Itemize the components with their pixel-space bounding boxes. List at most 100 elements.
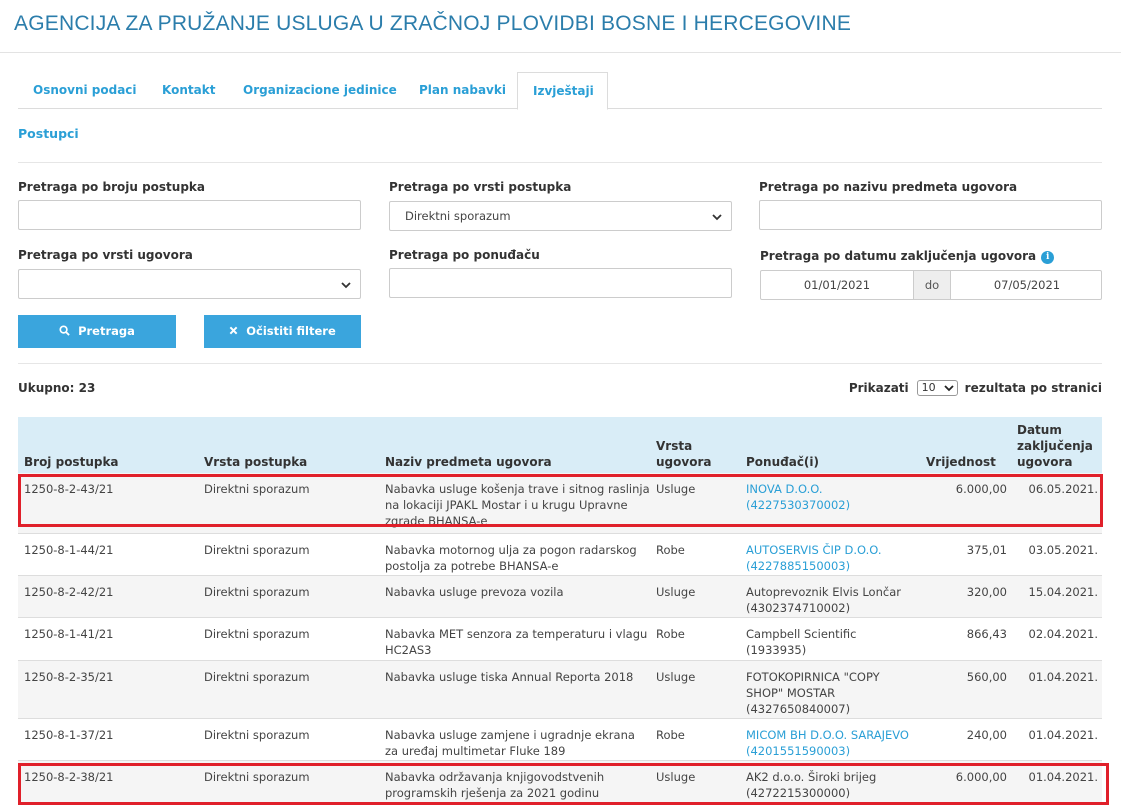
cell-ponudjac: Autoprevoznik Elvis Lončar (4302374710002… [746,585,901,615]
cell-ponudjac: AUTOSERVIS ČIP D.O.O. (4227885150003) [746,542,882,574]
tab-bar: Osnovni podaci Kontakt Organizacione jed… [18,72,1102,110]
cell-vrsta-ugovora: Robe [656,627,685,641]
filter-vrsta-postupka-value: Direktni sporazum [405,209,511,223]
cell-vrsta-ugovora: Usluge [656,585,696,599]
divider [18,363,1102,364]
per-page-suffix: rezultata po stranici [964,381,1102,395]
col-header-vrsta-postupka[interactable]: Vrsta postupka [204,454,307,470]
table-row[interactable]: 1250-8-1-44/21 Direktni sporazum Nabavka… [18,534,1102,576]
table-row[interactable]: 1250-8-1-37/21 Direktni sporazum Nabavka… [18,719,1102,761]
cell-vrsta-postupka: Direktni sporazum [204,728,310,742]
cell-vrsta-postupka: Direktni sporazum [204,670,310,684]
date-range-picker: 01/01/2021 do 07/05/2021 [760,270,1102,300]
info-icon[interactable]: i [1041,251,1055,264]
cell-vrsta-postupka: Direktni sporazum [204,585,310,599]
chevron-down-icon [944,385,954,392]
col-header-ponudjac[interactable]: Ponuđač(i) [746,454,819,470]
cell-vrijednost: 866,43 [966,627,1007,641]
cell-datum: 02.04.2021. [1028,627,1099,641]
per-page-value: 10 [921,381,936,394]
filter-datum-label-text: Pretraga po datumu zaključenja ugovora [760,249,1037,263]
cell-broj: 1250-8-2-42/21 [24,585,114,599]
search-button[interactable]: Pretraga [18,315,176,348]
cell-naziv: Nabavka usluge tiska Annual Reporta 2018 [385,670,634,684]
cell-vrsta-postupka: Direktni sporazum [204,543,310,557]
cell-vrsta-ugovora: Robe [656,543,685,557]
per-page-show-label: Prikazati [848,381,909,395]
cell-broj: 1250-8-2-35/21 [24,670,114,684]
filter-naziv-input[interactable] [759,200,1102,230]
col-header-datum-line1: Datum [1017,423,1062,437]
cell-ponudjac: FOTOKOPIRNICA "COPY SHOP" MOSTAR (43276508… [746,670,880,716]
col-header-datum-line2: zaključenja [1017,439,1093,453]
cell-naziv: Nabavka usluge zamjene i ugradnje ekrana… [385,728,635,758]
divider [18,162,1102,163]
cell-datum: 01.04.2021. [1028,728,1099,742]
date-from-input[interactable]: 01/01/2021 [761,271,913,299]
clear-filters-button[interactable]: Očistiti filtere [204,315,361,348]
per-page-control: Prikazati 10 rezultata po stranici [849,380,1102,396]
tab-plan-nabavki[interactable]: Plan nabavki [419,72,506,109]
highlight-box [18,763,1109,805]
filter-ponudjac-label: Pretraga po ponuđaču [389,248,540,262]
chevron-down-icon [712,214,722,221]
col-header-vrsta-ugovora-line1: Vrsta [656,439,693,453]
per-page-select[interactable]: 10 [916,380,958,396]
filter-vrsta-ugovora-select[interactable] [18,269,361,299]
table-row[interactable]: 1250-8-2-42/21 Direktni sporazum Nabavka… [18,576,1102,618]
table-header: Broj postupka Vrsta postupka Naziv predm… [18,417,1102,473]
ponudjac-link[interactable]: AUTOSERVIS ČIP D.O.O. (4227885150003) [746,542,882,574]
times-icon [229,326,238,335]
highlight-box [18,474,1103,527]
filter-vrsta-postupka-select[interactable]: Direktni sporazum [389,201,732,231]
cell-datum: 15.04.2021. [1028,585,1099,599]
date-to-input[interactable]: 07/05/2021 [951,271,1103,299]
search-icon [59,325,70,336]
filter-broj-label: Pretraga po broju postupka [18,180,205,194]
total-count: Ukupno: 23 [18,381,96,395]
cell-vrijednost: 560,00 [966,670,1007,684]
cell-vrsta-ugovora: Robe [656,728,685,742]
cell-vrsta-ugovora: Usluge [656,670,696,684]
table-row[interactable]: 1250-8-1-41/21 Direktni sporazum Nabavka… [18,618,1102,661]
cell-vrijednost: 320,00 [966,585,1007,599]
clear-filters-label: Očistiti filtere [246,324,336,338]
page-title: AGENCIJA ZA PRUŽANJE USLUGA U ZRAČNOJ PL… [14,12,852,35]
cell-vrijednost: 375,01 [966,543,1007,557]
cell-broj: 1250-8-1-44/21 [24,543,114,557]
cell-naziv: Nabavka MET senzora za temperaturu i vla… [385,627,648,657]
cell-naziv: Nabavka motornog ulja za pogon radarskog… [385,543,637,573]
filter-vrsta-ugovora-label: Pretraga po vrsti ugovora [18,248,193,262]
cell-broj: 1250-8-1-41/21 [24,627,114,641]
filter-datum-label: Pretraga po datumu zaključenja ugovora i [760,249,1055,264]
tab-izvjestaji[interactable]: Izvještaji [517,72,608,110]
cell-naziv: Nabavka usluge prevoza vozila [385,585,564,599]
ponudjac-link[interactable]: MICOM BH D.O.O. SARAJEVO (4201551590003) [746,727,909,759]
date-range-separator: do [913,271,951,299]
filter-ponudjac-input[interactable] [389,268,732,298]
col-header-vrsta-ugovora[interactable]: Vrsta ugovora [656,438,711,470]
section-title: Postupci [18,126,79,141]
col-header-vrsta-ugovora-line2: ugovora [656,455,712,469]
cell-datum: 01.04.2021. [1028,670,1099,684]
col-header-datum-line3: ugovora [1017,455,1073,469]
cell-vrijednost: 240,00 [966,728,1007,742]
chevron-down-icon [341,282,351,289]
col-header-naziv[interactable]: Naziv predmeta ugovora [385,454,552,470]
search-button-label: Pretraga [78,324,135,338]
col-header-datum[interactable]: Datum zaključenja ugovora [1017,422,1093,470]
filter-broj-input[interactable] [18,200,361,230]
cell-ponudjac: Campbell Scientific (1933935) [746,627,857,657]
tab-osnovni-podaci[interactable]: Osnovni podaci [33,72,137,109]
page-header: AGENCIJA ZA PRUŽANJE USLUGA U ZRAČNOJ PL… [0,0,1121,53]
col-header-broj[interactable]: Broj postupka [24,454,119,470]
cell-ponudjac: MICOM BH D.O.O. SARAJEVO (4201551590003) [746,727,909,759]
table-row[interactable]: 1250-8-2-35/21 Direktni sporazum Nabavka… [18,661,1102,719]
tab-kontakt[interactable]: Kontakt [162,72,215,109]
cell-vrsta-postupka: Direktni sporazum [204,627,310,641]
tab-organizacione-jedinice[interactable]: Organizacione jedinice [243,72,397,109]
filter-naziv-label: Pretraga po nazivu predmeta ugovora [759,180,1018,194]
cell-datum: 03.05.2021. [1028,543,1099,557]
cell-broj: 1250-8-1-37/21 [24,728,114,742]
col-header-vrijednost[interactable]: Vrijednost [926,454,996,470]
